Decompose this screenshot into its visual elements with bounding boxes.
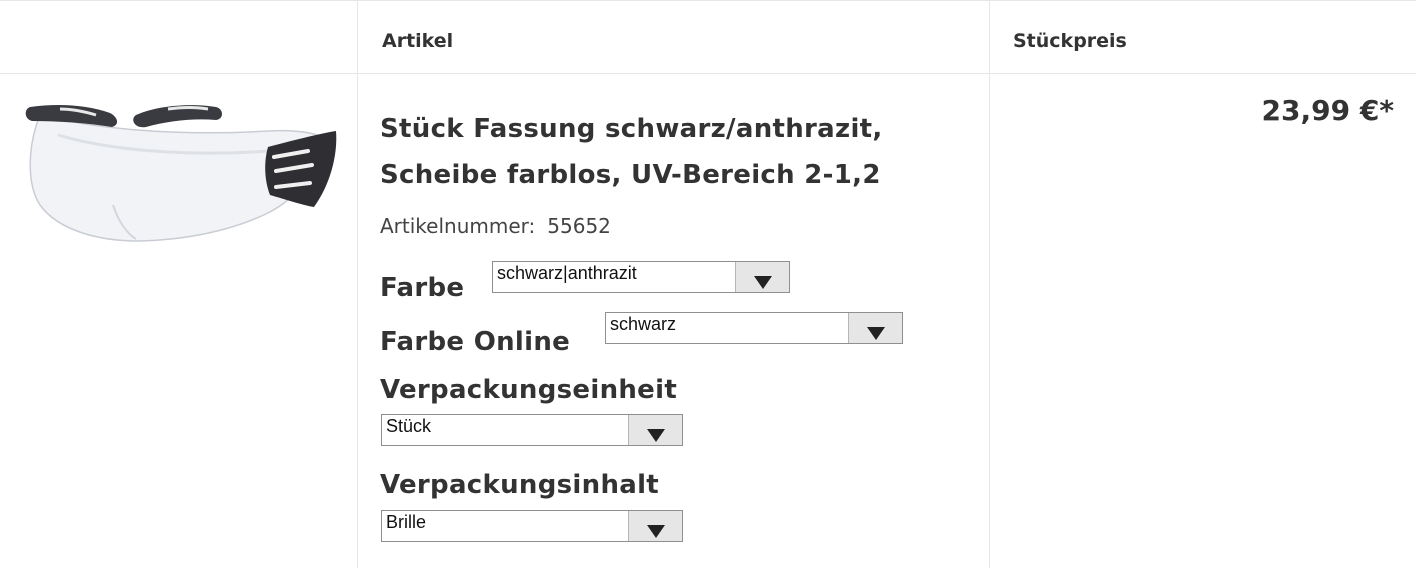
verpackungsinhalt-select[interactable]: Brille (381, 510, 683, 542)
option-label-verpackungsinhalt: Verpackungsinhalt (380, 470, 660, 500)
dropdown-button[interactable] (628, 511, 682, 541)
table-top-border (0, 0, 1416, 1)
product-image[interactable] (18, 95, 340, 245)
unit-price: 23,99 €* (1261, 94, 1394, 127)
chevron-down-icon (647, 429, 665, 442)
column-divider (989, 0, 990, 568)
header-unit-price: Stückpreis (1013, 30, 1127, 52)
chevron-down-icon (754, 276, 772, 289)
chevron-down-icon (647, 525, 665, 538)
product-title-line: Scheibe farblos, UV-Bereich 2-1,2 (380, 160, 881, 190)
dropdown-button[interactable] (848, 313, 902, 343)
farbe-online-select-value: schwarz (610, 314, 677, 334)
dropdown-button[interactable] (735, 262, 789, 292)
option-label-farbe: Farbe (380, 273, 465, 303)
column-divider (357, 0, 358, 568)
product-title[interactable]: Stück Fassung schwarz/anthrazit, Scheibe… (380, 106, 970, 198)
article-number-label: Artikelnummer: (380, 214, 536, 238)
header-article: Artikel (382, 30, 454, 52)
chevron-down-icon (867, 327, 885, 340)
option-label-farbe-online: Farbe Online (380, 327, 571, 357)
dropdown-button[interactable] (628, 415, 682, 445)
product-title-line: Stück Fassung schwarz/anthrazit, (380, 114, 883, 144)
farbe-select[interactable]: schwarz|anthrazit (492, 261, 790, 293)
verpackungseinheit-select-value: Stück (386, 416, 432, 436)
farbe-online-select[interactable]: schwarz (605, 312, 903, 344)
article-number-value: 55652 (547, 214, 611, 238)
verpackungseinheit-select[interactable]: Stück (381, 414, 683, 446)
article-number: Artikelnummer: 55652 (380, 214, 611, 238)
farbe-select-value: schwarz|anthrazit (497, 263, 637, 283)
header-divider (0, 73, 1416, 74)
option-label-verpackungseinheit: Verpackungseinheit (380, 375, 678, 405)
verpackungsinhalt-select-value: Brille (386, 512, 427, 532)
